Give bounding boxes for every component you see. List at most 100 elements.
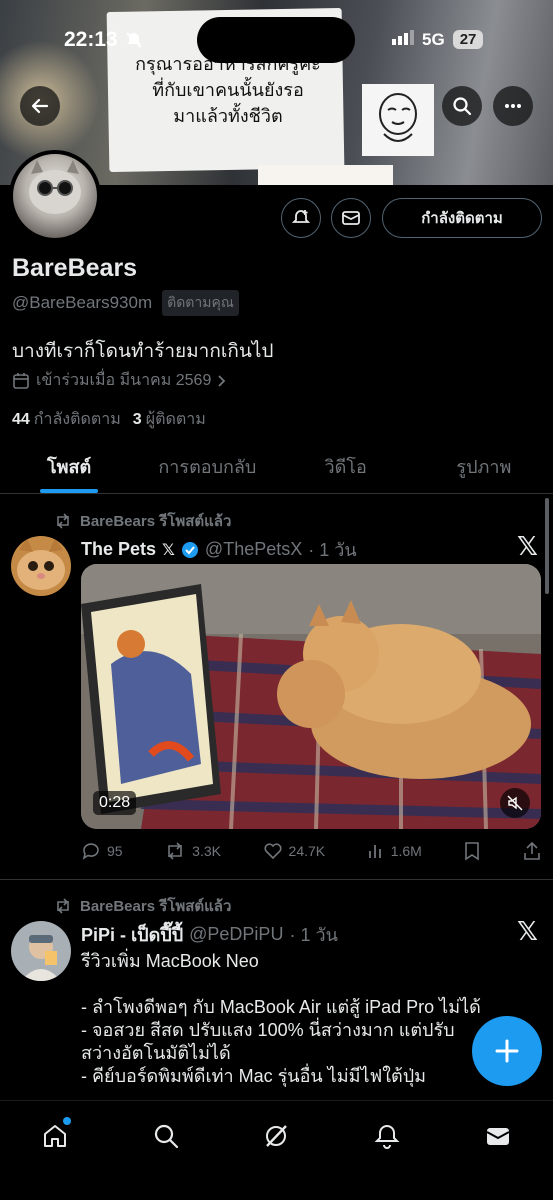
handle-row: @BareBears930m ติดตามคุณ <box>12 290 239 316</box>
post-text: รีวิวเพิ่ม MacBook Neo - ลำโพงดีพอๆ กับ … <box>81 951 481 1086</box>
message-button[interactable] <box>331 198 371 238</box>
banner-sticker <box>362 84 434 156</box>
following-label: กำลังติดตาม <box>33 411 121 428</box>
status-time: 22:13 <box>64 28 118 51</box>
followers-count-link[interactable]: 3 ผู้ติดตาม <box>133 407 206 432</box>
compose-button[interactable] <box>472 1016 542 1086</box>
silent-mode-icon <box>124 30 144 55</box>
nav-messages[interactable] <box>473 1111 523 1161</box>
post-divider <box>0 879 553 880</box>
followers-count: 3 <box>132 411 142 428</box>
calendar-icon <box>13 372 29 389</box>
search-button[interactable] <box>442 86 482 126</box>
repost-icon <box>168 842 182 860</box>
chevron-right-icon <box>218 374 226 387</box>
tab-videos[interactable]: วิดีโอ <box>277 440 415 493</box>
post-actions: 95 3.3K 24.7K 1.6M <box>81 838 541 864</box>
nav-notifications[interactable] <box>362 1111 412 1161</box>
arrow-left-icon <box>31 98 49 114</box>
following-button[interactable]: กำลังติดตาม <box>382 198 542 238</box>
reply-button[interactable]: 95 <box>81 841 123 861</box>
author-name[interactable]: The Pets <box>81 539 156 560</box>
author-handle[interactable]: @PeDPiPU <box>189 924 283 945</box>
x-logo-icon: 𝕏 <box>517 531 538 561</box>
nav-grok[interactable] <box>251 1111 301 1161</box>
tab-replies[interactable]: การตอบกลับ <box>138 440 276 493</box>
profile-handle: @BareBears930m <box>12 293 153 312</box>
profile-name: BareBears <box>12 254 138 282</box>
followers-label: ผู้ติดตาม <box>145 411 206 428</box>
views-button[interactable]: 1.6M <box>367 842 422 860</box>
post-time: · 1 วัน <box>289 925 338 945</box>
dynamic-island <box>197 17 355 63</box>
bar-chart-icon <box>368 845 381 858</box>
banner-sign-text: กรุณารออาหารสักครู่คะ ที่กับเขาคนนั้นยัง… <box>135 54 321 127</box>
like-button[interactable]: 24.7K <box>263 841 326 861</box>
home-icon <box>44 1125 67 1147</box>
view-count: 1.6M <box>390 843 422 859</box>
post-avatar[interactable] <box>11 921 71 981</box>
notification-dot <box>63 1117 72 1125</box>
joined-date[interactable]: เข้าร่วมเมื่อ มีนาคม 2569 <box>12 368 227 393</box>
more-options-button[interactable] <box>493 86 533 126</box>
tab-photos[interactable]: รูปภาพ <box>415 440 553 493</box>
signal-icon <box>392 29 414 50</box>
envelope-icon <box>342 211 360 225</box>
like-count: 24.7K <box>288 843 326 859</box>
speaker-muted-icon <box>507 795 523 811</box>
post-time: · 1 วัน <box>308 540 357 560</box>
reply-count: 95 <box>107 843 123 859</box>
repost-count: 3.3K <box>192 843 221 859</box>
bell-plus-icon <box>291 210 311 223</box>
search-icon <box>154 1124 178 1149</box>
repost-label: BareBears รีโพสต์แล้ว <box>80 513 232 530</box>
joined-text: เข้าร่วมเมื่อ มีนาคม 2569 <box>36 372 212 389</box>
share-icon <box>524 841 540 860</box>
repost-button[interactable]: 3.3K <box>164 842 221 860</box>
bookmark-button[interactable] <box>463 841 481 861</box>
following-count-link[interactable]: 44 กำลังติดตาม <box>12 407 121 432</box>
status-indicators: 5G 27 <box>392 29 484 50</box>
repost-label: BareBears รีโพสต์แล้ว <box>80 898 232 915</box>
scrollbar[interactable] <box>545 498 549 594</box>
mute-button[interactable] <box>500 788 530 818</box>
post-avatar[interactable] <box>11 536 71 596</box>
post-video[interactable] <box>81 564 541 829</box>
share-button[interactable] <box>523 841 541 861</box>
grok-icon <box>266 1125 288 1147</box>
heart-icon <box>264 843 282 860</box>
repost-icon <box>57 898 69 914</box>
post-author-row: The Pets 𝕏 @ThePetsX · 1 วัน <box>81 535 357 564</box>
nav-home[interactable] <box>30 1111 80 1161</box>
reply-icon <box>82 843 99 860</box>
notify-button[interactable] <box>281 198 321 238</box>
more-horizontal-icon <box>505 104 521 108</box>
repost-icon <box>57 513 69 529</box>
verified-icon <box>181 541 198 558</box>
envelope-icon <box>486 1128 510 1145</box>
x-badge-icon: 𝕏 <box>162 541 175 559</box>
repost-indicator[interactable]: BareBears รีโพสต์แล้ว <box>54 894 231 918</box>
repost-indicator[interactable]: BareBears รีโพสต์แล้ว <box>54 509 231 533</box>
bottom-nav <box>0 1100 553 1200</box>
bookmark-icon <box>465 842 480 861</box>
post-author-row: PiPi - เป็ดปี๊ปี้ @PeDPiPU · 1 วัน <box>81 920 338 949</box>
profile-bio: บางทีเราก็โดนทำร้ายมากเกินไป <box>12 341 274 362</box>
following-count: 44 <box>12 411 30 428</box>
back-button[interactable] <box>20 86 60 126</box>
follow-counts: 44 กำลังติดตาม 3 ผู้ติดตาม <box>12 407 206 432</box>
profile-tabs: โพสต์ การตอบกลับ วิดีโอ รูปภาพ <box>0 440 553 494</box>
author-handle[interactable]: @ThePetsX <box>205 539 302 560</box>
nav-search[interactable] <box>141 1111 191 1161</box>
x-logo-icon: 𝕏 <box>517 916 538 946</box>
battery-icon: 27 <box>452 30 484 49</box>
tab-posts[interactable]: โพสต์ <box>0 440 138 493</box>
author-name[interactable]: PiPi - เป็ดปี๊ปี้ <box>81 920 183 949</box>
follows-you-badge: ติดตามคุณ <box>162 290 239 316</box>
network-label: 5G <box>422 29 445 49</box>
bell-icon <box>374 1124 400 1149</box>
profile-avatar[interactable] <box>9 150 101 242</box>
plus-icon <box>495 1039 519 1063</box>
search-icon <box>453 97 472 116</box>
video-duration: 0:28 <box>93 791 137 815</box>
